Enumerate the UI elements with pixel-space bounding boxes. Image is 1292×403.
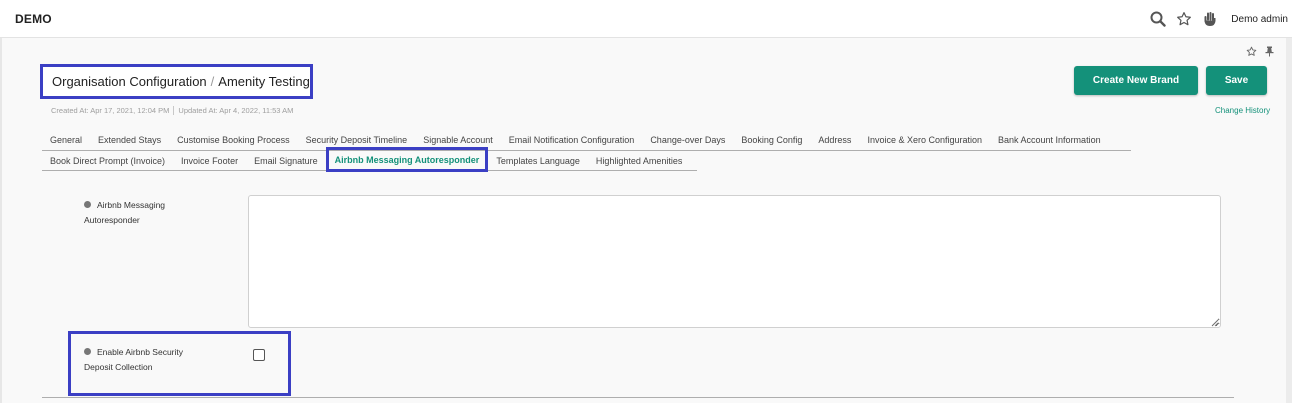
autoresponder-textarea[interactable] <box>248 195 1221 328</box>
change-history-link[interactable]: Change History <box>1215 106 1270 115</box>
create-new-brand-button[interactable]: Create New Brand <box>1074 66 1198 95</box>
tab-address[interactable]: Address <box>810 130 859 150</box>
page-actions <box>1246 44 1274 62</box>
tab-invoice-xero-configuration[interactable]: Invoice & Xero Configuration <box>859 130 990 150</box>
breadcrumb-parent[interactable]: Organisation Configuration <box>52 74 207 89</box>
search-icon[interactable] <box>1145 0 1171 38</box>
tab-change-over-days[interactable]: Change-over Days <box>642 130 733 150</box>
tab-airbnb-messaging-autoresponder[interactable]: Airbnb Messaging Autoresponder <box>325 147 489 172</box>
tab-bank-account-information[interactable]: Bank Account Information <box>990 130 1109 150</box>
user-menu[interactable]: Demo admin <box>1231 14 1288 25</box>
meta-divider <box>173 106 175 115</box>
security-deposit-label-text: Enable Airbnb Security Deposit Collectio… <box>84 347 183 372</box>
info-icon <box>84 348 91 356</box>
page-title: Amenity Testing <box>218 74 310 89</box>
tab-email-signature[interactable]: Email Signature <box>246 151 326 170</box>
tab-email-notification-configuration[interactable]: Email Notification Configuration <box>501 130 643 150</box>
info-icon <box>84 201 91 209</box>
tab-bar-row-2: Book Direct Prompt (Invoice) Invoice Foo… <box>42 147 697 172</box>
save-button[interactable]: Save <box>1206 66 1267 95</box>
top-bar: DEMO Demo admin <box>0 0 1292 38</box>
star-icon[interactable] <box>1171 0 1197 38</box>
section-divider <box>42 397 1234 398</box>
app-brand[interactable]: DEMO <box>15 12 52 26</box>
top-bar-actions: Demo admin <box>1145 0 1292 38</box>
resize-handle-icon[interactable] <box>1210 318 1219 327</box>
breadcrumb: Organisation Configuration / Amenity Tes… <box>40 64 313 99</box>
tab-templates-language[interactable]: Templates Language <box>488 151 588 170</box>
tab-highlighted-amenities[interactable]: Highlighted Amenities <box>588 151 691 170</box>
tab-general[interactable]: General <box>42 130 90 150</box>
tab-extended-stays[interactable]: Extended Stays <box>90 130 169 150</box>
tab-customise-booking-process[interactable]: Customise Booking Process <box>169 130 298 150</box>
scrollbar[interactable] <box>1286 38 1292 403</box>
left-edge <box>0 38 2 403</box>
autoresponder-label-text: Airbnb Messaging Autoresponder <box>84 200 166 225</box>
favorite-icon[interactable] <box>1246 44 1257 62</box>
pin-icon[interactable] <box>1265 44 1274 62</box>
security-deposit-checkbox[interactable] <box>253 349 265 361</box>
autoresponder-label: Airbnb Messaging Autoresponder <box>84 198 214 228</box>
updated-at: Updated At: Apr 4, 2022, 11:53 AM <box>178 106 294 115</box>
tab-invoice-footer[interactable]: Invoice Footer <box>173 151 246 170</box>
tab-bar-row-1: General Extended Stays Customise Booking… <box>42 130 1131 151</box>
security-deposit-label: Enable Airbnb Security Deposit Collectio… <box>84 345 214 375</box>
record-timestamps: Created At: Apr 17, 2021, 12:04 PM Updat… <box>51 106 293 115</box>
tab-book-direct-prompt[interactable]: Book Direct Prompt (Invoice) <box>42 151 173 170</box>
created-at: Created At: Apr 17, 2021, 12:04 PM <box>51 106 170 115</box>
hand-icon[interactable] <box>1197 0 1223 38</box>
breadcrumb-separator: / <box>210 74 215 89</box>
tab-booking-config[interactable]: Booking Config <box>733 130 810 150</box>
